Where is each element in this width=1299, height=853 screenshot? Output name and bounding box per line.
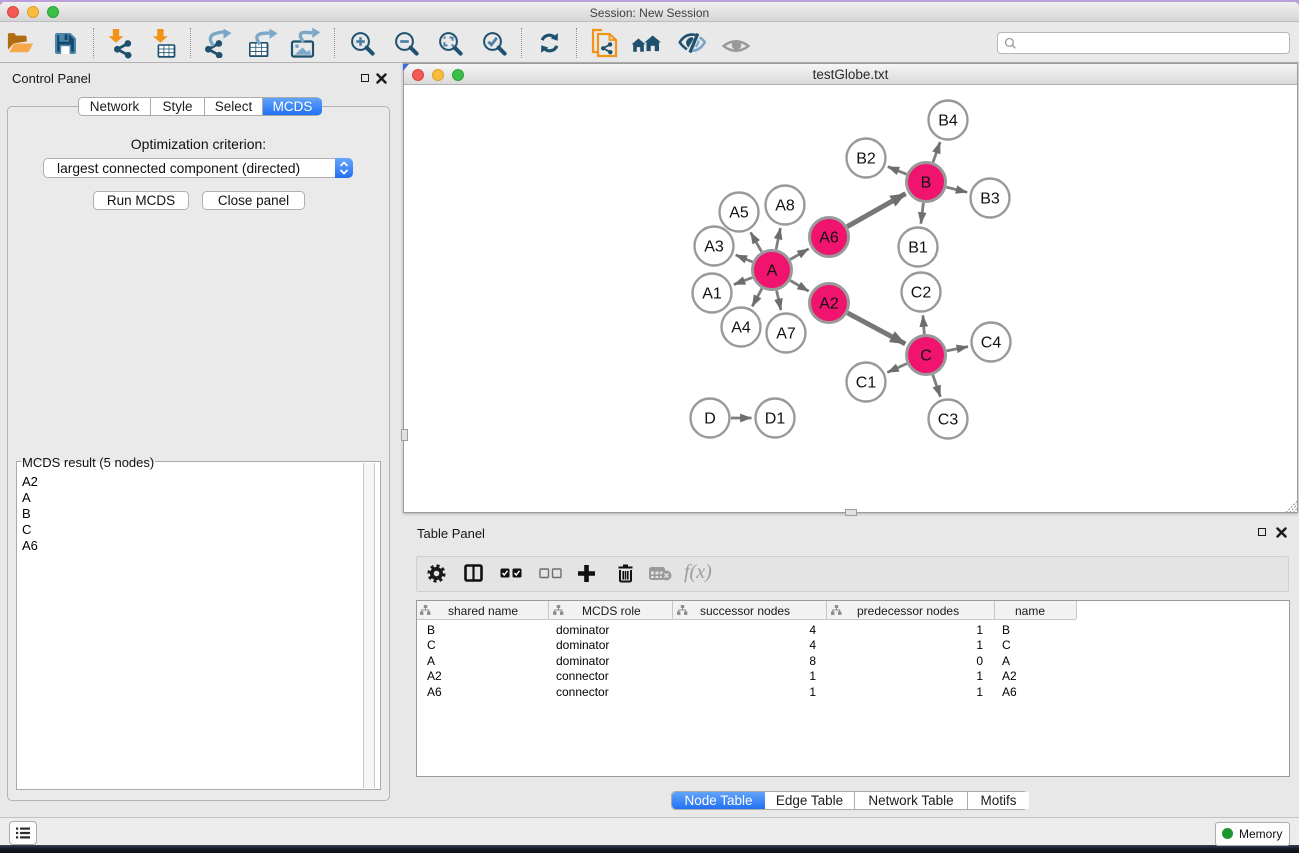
svg-text:C: C [920, 348, 932, 365]
svg-text:B3: B3 [980, 191, 1000, 208]
svg-text:A2: A2 [819, 296, 839, 313]
svg-text:B2: B2 [856, 151, 876, 168]
svg-text:A1: A1 [702, 286, 722, 303]
svg-text:C1: C1 [856, 375, 877, 392]
svg-text:B1: B1 [908, 240, 928, 257]
svg-text:B4: B4 [938, 113, 958, 130]
svg-text:A8: A8 [775, 198, 795, 215]
svg-text:A7: A7 [776, 326, 796, 343]
svg-text:A3: A3 [704, 239, 724, 256]
svg-text:A5: A5 [729, 205, 749, 222]
svg-text:D: D [704, 411, 716, 428]
svg-text:D1: D1 [765, 411, 786, 428]
svg-text:C2: C2 [911, 285, 932, 302]
svg-text:C4: C4 [981, 335, 1002, 352]
svg-text:A6: A6 [819, 230, 839, 247]
svg-text:C3: C3 [938, 412, 959, 429]
svg-text:B: B [921, 175, 932, 192]
svg-text:A4: A4 [731, 320, 751, 337]
svg-text:A: A [767, 263, 778, 280]
